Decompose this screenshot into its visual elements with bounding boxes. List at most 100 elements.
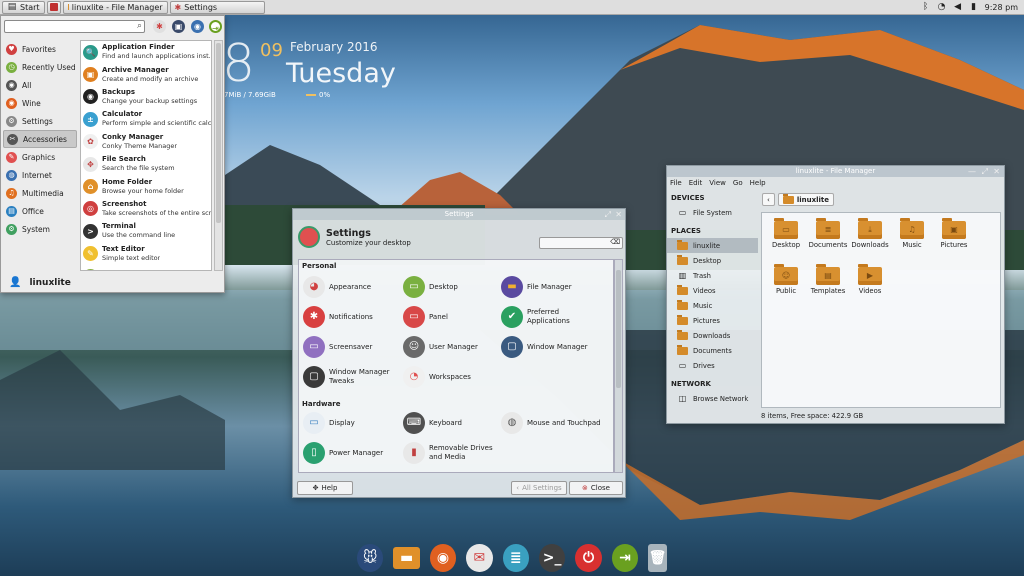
start-button[interactable]: ▤ Start xyxy=(2,0,45,14)
category-settings[interactable]: ⚙ Settings xyxy=(3,112,77,130)
app-item[interactable]: ⌂ Home Folder Browse your home folder xyxy=(81,175,211,197)
power-icon[interactable]: ⏻ xyxy=(575,544,602,572)
logout-icon[interactable]: ⇥ xyxy=(611,544,639,572)
maximize-icon[interactable]: ⤢ xyxy=(982,166,988,177)
task-settings[interactable]: ✱ Settings xyxy=(169,0,265,14)
settings-item[interactable]: ◍ Mouse and Touchpad xyxy=(501,412,601,434)
text-editor-icon[interactable]: ≣ xyxy=(502,544,529,572)
category-recently-used[interactable]: ◷ Recently Used xyxy=(3,58,77,76)
settings-scrollbar[interactable] xyxy=(614,259,623,473)
settings-item[interactable]: ▮ Removable Drives and Media xyxy=(403,442,503,464)
firefox-icon[interactable]: ◉ xyxy=(429,544,457,572)
clock[interactable]: 9:28 pm xyxy=(985,3,1018,12)
fm-sidebar-item[interactable]: Music xyxy=(667,298,758,313)
category-graphics[interactable]: ✎ Graphics xyxy=(3,148,77,166)
fm-menu-file[interactable]: File xyxy=(670,179,682,187)
app-item[interactable]: 🔍 Application Finder Find and launch appli… xyxy=(81,41,211,63)
show-desktop-button[interactable] xyxy=(46,0,61,14)
settings-item[interactable]: ◔ Workspaces xyxy=(403,366,503,388)
minimize-icon[interactable]: — xyxy=(968,166,976,177)
fm-sidebar-item[interactable]: ▭ Drives xyxy=(667,358,758,373)
task-file-manager[interactable]: linuxlite - File Manager xyxy=(62,0,168,14)
close-icon[interactable]: ✕ xyxy=(993,166,1000,177)
wifi-icon[interactable]: ◔ xyxy=(937,2,947,12)
settings-item[interactable]: ▭ Screensaver xyxy=(303,336,403,358)
battery-icon[interactable]: ▮ xyxy=(969,2,979,12)
settings-item[interactable]: ▬ File Manager xyxy=(501,276,601,298)
logout-icon[interactable]: ⇥ xyxy=(209,20,222,33)
category-accessories[interactable]: ✂ Accessories xyxy=(3,130,77,148)
maximize-icon[interactable]: ⤢ xyxy=(605,209,611,220)
settings-item[interactable]: ⌨ Keyboard xyxy=(403,412,503,434)
mail-icon[interactable]: ✉ xyxy=(466,544,493,572)
app-item[interactable]: ◉ Backups Change your backup settings xyxy=(81,86,211,108)
back-button[interactable]: ‹ xyxy=(762,193,775,206)
settings-item[interactable]: ✔ Preferred Applications xyxy=(501,306,601,328)
lock-screen-icon[interactable]: ▣ xyxy=(172,20,185,33)
volume-icon[interactable]: ◀ xyxy=(953,2,963,12)
settings-manager-icon[interactable]: ✱ xyxy=(153,20,166,33)
fm-titlebar[interactable]: linuxlite - File Manager — ⤢ ✕ xyxy=(667,166,1004,177)
category-multimedia[interactable]: ♫ Multimedia xyxy=(3,184,77,202)
fm-sidebar-item[interactable]: linuxlite xyxy=(667,238,758,253)
fm-folder-item[interactable]: ▶ Videos xyxy=(848,264,892,295)
fm-sidebar-item[interactable]: Videos xyxy=(667,283,758,298)
menu-search-input[interactable]: ⌕ xyxy=(4,20,145,33)
settings-item[interactable]: ✱ Notifications xyxy=(303,306,403,328)
terminal-icon[interactable]: >_ xyxy=(538,544,566,572)
switch-user-icon[interactable]: ◉ xyxy=(191,20,204,33)
fm-menu-edit[interactable]: Edit xyxy=(689,179,703,187)
app-item[interactable]: ✎ Text Editor Simple text editor xyxy=(81,243,211,265)
folder-icon[interactable]: ▬ xyxy=(393,547,420,569)
fm-folder-item[interactable]: ☺ Public xyxy=(764,264,808,295)
app-item[interactable]: ✿ Conky Manager Conky Theme Manager xyxy=(81,131,211,153)
settings-titlebar[interactable]: Settings ⤢ ✕ xyxy=(293,209,625,220)
app-item[interactable]: ▤Xarchiver xyxy=(81,265,211,270)
category-system[interactable]: ⚙ System xyxy=(3,220,77,238)
app-list-scrollbar[interactable] xyxy=(214,40,223,271)
fm-folder-item[interactable]: ♫ Music xyxy=(890,218,934,249)
fm-sidebar-item[interactable]: ▭ File System xyxy=(667,205,758,220)
settings-item[interactable]: ▯ Power Manager xyxy=(303,442,403,464)
settings-search-input[interactable]: ⌫ xyxy=(539,237,623,249)
fm-folder-item[interactable]: ▤ Templates xyxy=(806,264,850,295)
bluetooth-icon[interactable]: ᛒ xyxy=(921,2,931,12)
fm-sidebar-item[interactable]: Documents xyxy=(667,343,758,358)
category-internet[interactable]: ◍ Internet xyxy=(3,166,77,184)
all-settings-button[interactable]: ‹ All Settings xyxy=(511,481,567,495)
close-icon[interactable]: ✕ xyxy=(615,209,622,220)
app-item[interactable]: ▣ Archive Manager Create and modify an arc… xyxy=(81,63,211,85)
app-item[interactable]: > Terminal Use the command line xyxy=(81,220,211,242)
category-office[interactable]: ▤ Office xyxy=(3,202,77,220)
fm-menu-view[interactable]: View xyxy=(709,179,726,187)
fm-sidebar-item[interactable]: ▥ Trash xyxy=(667,268,758,283)
category-favorites[interactable]: ♥ Favorites xyxy=(3,40,77,58)
app-item[interactable]: ◎ Screenshot Take screenshots of the entir… xyxy=(81,198,211,220)
path-button-home[interactable]: linuxlite xyxy=(777,193,834,206)
fm-folder-item[interactable]: ≣ Documents xyxy=(806,218,850,249)
trash-icon[interactable]: 🗑 xyxy=(648,544,667,572)
settings-item[interactable]: ▭ Display xyxy=(303,412,403,434)
fm-sidebar-item[interactable]: Desktop xyxy=(667,253,758,268)
fm-sidebar-item[interactable]: Pictures xyxy=(667,313,758,328)
settings-item[interactable]: ◕ Appearance xyxy=(303,276,403,298)
settings-item[interactable]: ▭ Panel xyxy=(403,306,503,328)
category-all[interactable]: ◉ All xyxy=(3,76,77,94)
fm-menu-go[interactable]: Go xyxy=(733,179,743,187)
category-wine[interactable]: ◉ Wine xyxy=(3,94,77,112)
xfce-mouse-icon[interactable]: 🐭 xyxy=(357,544,384,572)
close-button[interactable]: ⊗ Close xyxy=(569,481,623,495)
app-item[interactable]: ✥ File Search Search the file system xyxy=(81,153,211,175)
fm-sidebar-item[interactable]: Downloads xyxy=(667,328,758,343)
fm-folder-item[interactable]: ▭ Desktop xyxy=(764,218,808,249)
search-clear-icon[interactable]: ⌫ xyxy=(610,238,620,246)
settings-item[interactable]: ▢ Window Manager Tweaks xyxy=(303,366,403,388)
fm-sidebar-item[interactable]: ◫ Browse Network xyxy=(667,391,758,406)
settings-item[interactable]: ☺ User Manager xyxy=(403,336,503,358)
fm-folder-item[interactable]: ▣ Pictures xyxy=(932,218,976,249)
settings-item[interactable]: ▢ Window Manager xyxy=(501,336,601,358)
fm-folder-item[interactable]: ⤓ Downloads xyxy=(848,218,892,249)
settings-item[interactable]: ▭ Desktop xyxy=(403,276,503,298)
app-item[interactable]: ± Calculator Perform simple and scientific… xyxy=(81,108,211,130)
help-button[interactable]: ✥ Help xyxy=(297,481,353,495)
